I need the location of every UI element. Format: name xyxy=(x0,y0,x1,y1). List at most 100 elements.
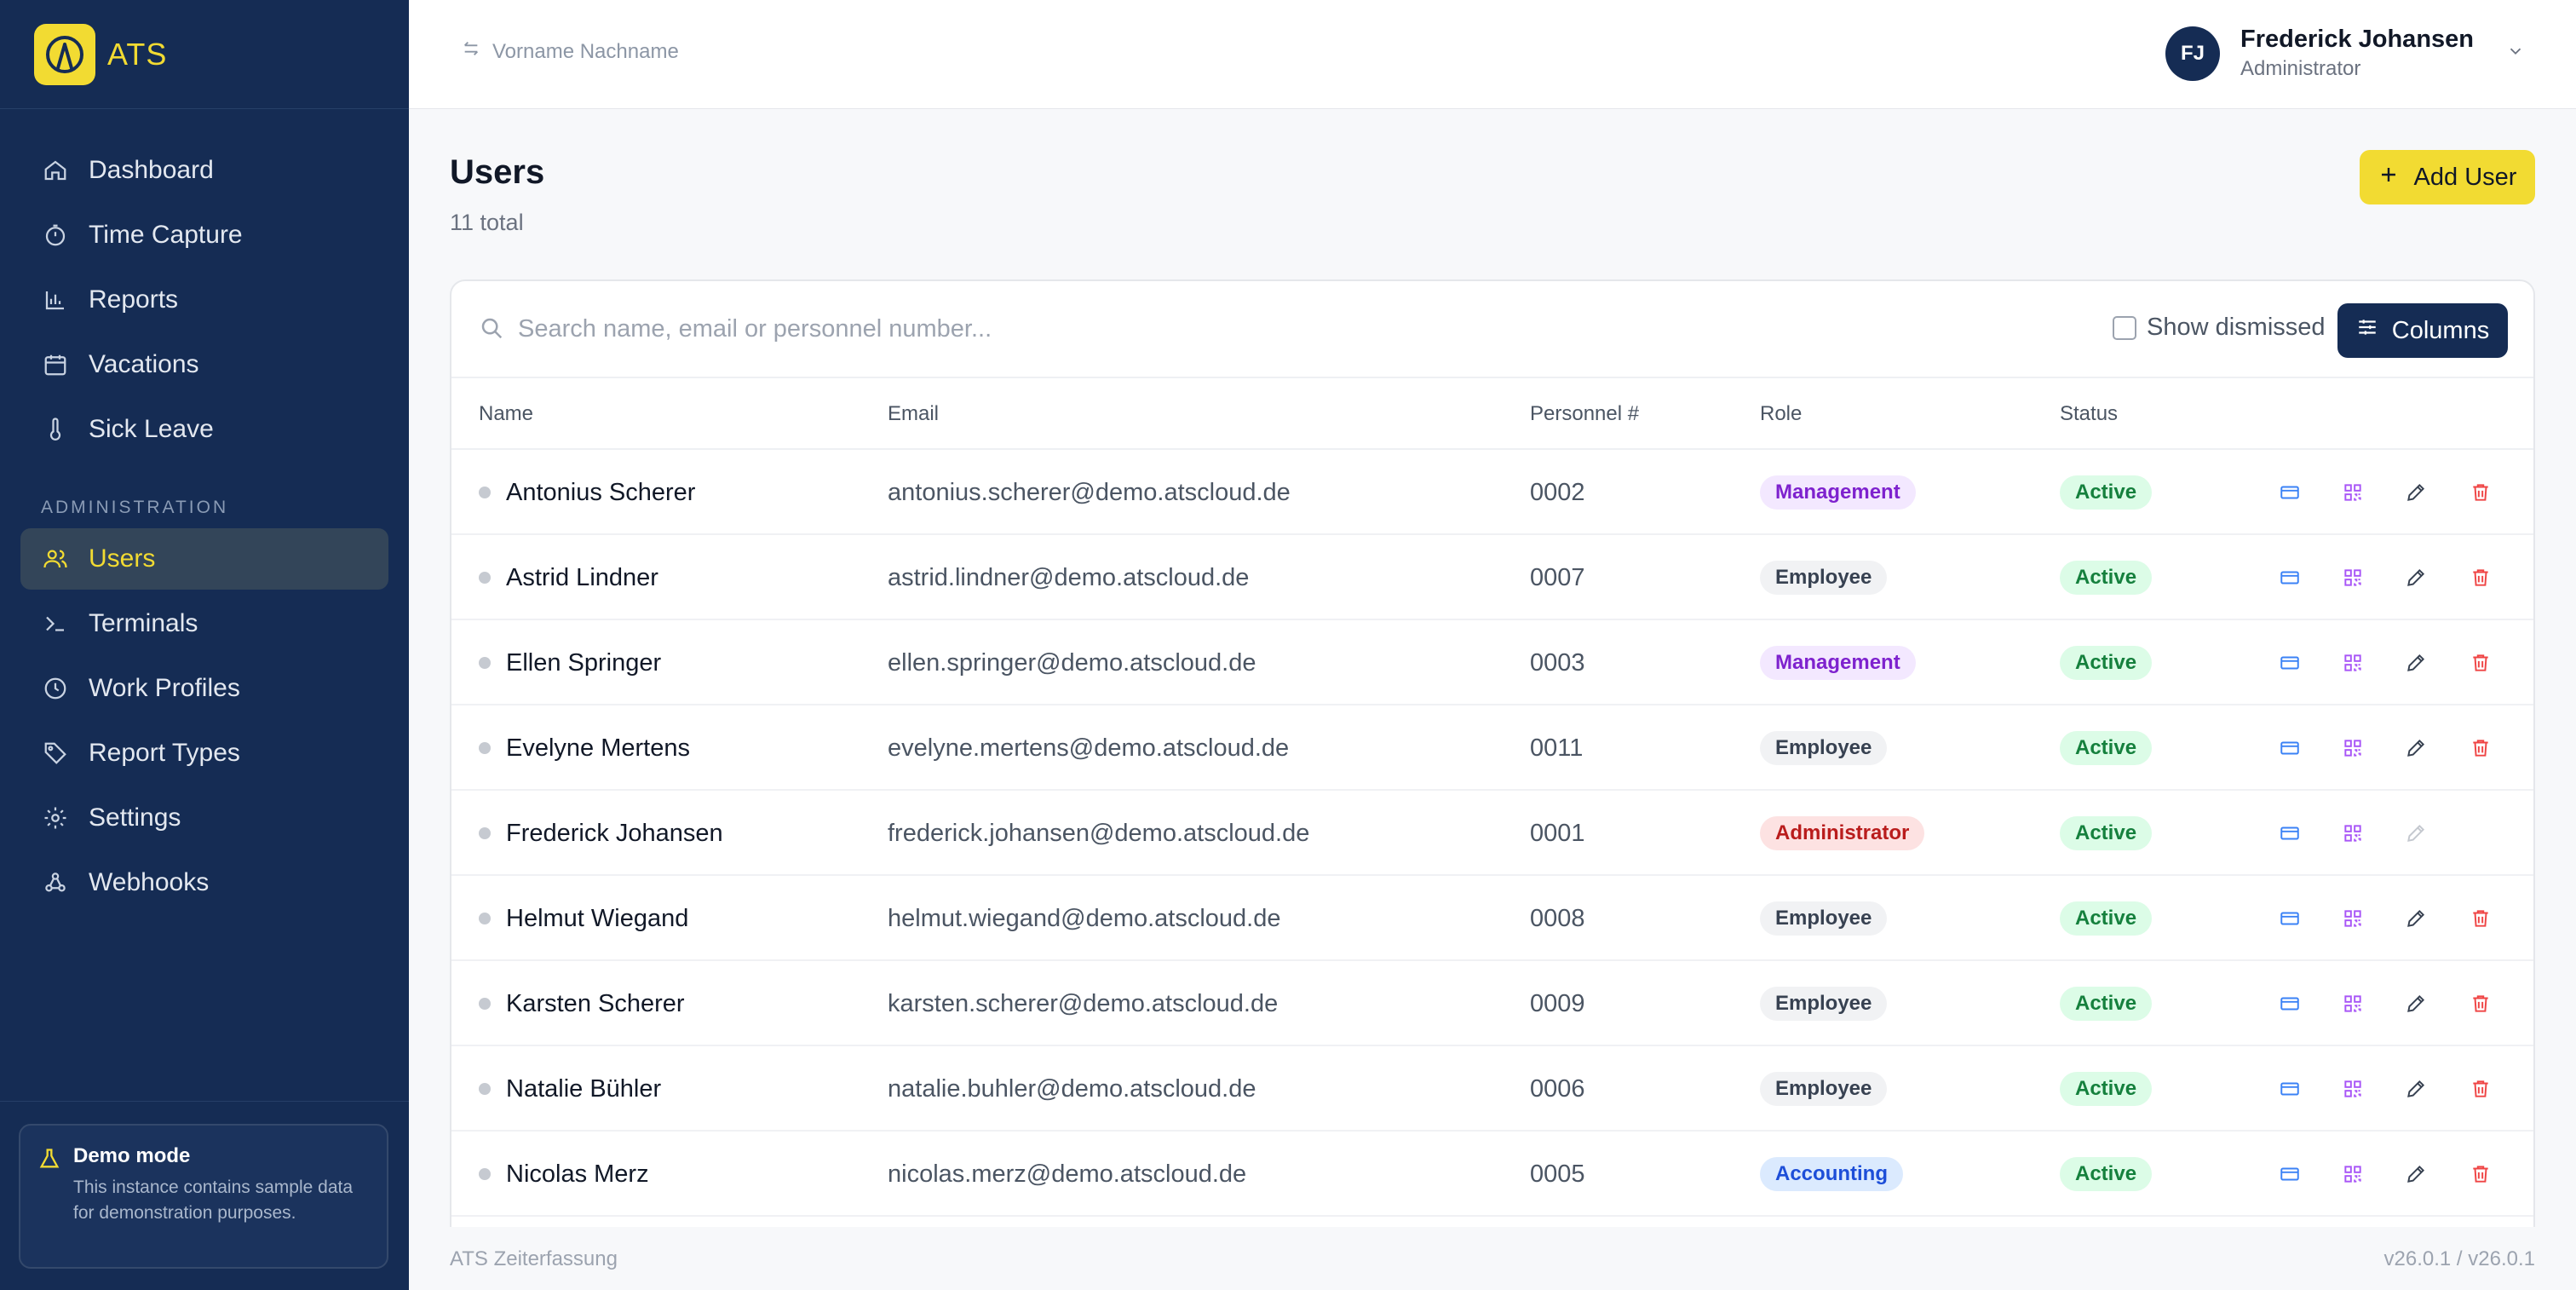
nav-label: Terminals xyxy=(89,609,198,637)
edit-icon[interactable] xyxy=(2402,990,2429,1017)
bar-chart-icon xyxy=(41,285,70,314)
card-icon[interactable] xyxy=(2276,1075,2303,1103)
nav-item-report-types[interactable]: Report Types xyxy=(20,723,388,784)
user-name-cell[interactable]: Astrid Lindner xyxy=(479,535,658,620)
status-dot xyxy=(479,657,491,669)
table-row[interactable]: Karsten Scherer karsten.scherer@demo.atsc… xyxy=(451,961,2533,1046)
edit-icon[interactable] xyxy=(2402,905,2429,932)
user-name-cell[interactable]: Frederick Johansen xyxy=(479,791,723,876)
edit-icon[interactable] xyxy=(2402,479,2429,506)
add-user-button[interactable]: Add User xyxy=(2360,150,2535,204)
table-row[interactable]: Helmut Wiegand helmut.wiegand@demo.atsclo… xyxy=(451,876,2533,961)
delete-icon[interactable] xyxy=(2467,905,2494,932)
table-row[interactable]: Evelyne Mertens evelyne.mertens@demo.atsc… xyxy=(451,705,2533,791)
user-name-cell[interactable]: Ellen Springer xyxy=(479,620,661,705)
user-name-cell[interactable]: Nicolas Merz xyxy=(479,1132,649,1217)
card-icon[interactable] xyxy=(2276,479,2303,506)
delete-icon[interactable] xyxy=(2467,734,2494,762)
delete-icon[interactable] xyxy=(2467,990,2494,1017)
user-name: Astrid Lindner xyxy=(506,563,658,591)
user-switcher[interactable]: Vorname Nachname xyxy=(462,39,679,64)
user-name-cell[interactable]: Antonius Scherer xyxy=(479,450,695,535)
role-badge: Management xyxy=(1760,475,1916,510)
card-icon[interactable] xyxy=(2276,905,2303,932)
delete-icon[interactable] xyxy=(2467,564,2494,591)
qr-code-icon[interactable] xyxy=(2339,649,2366,677)
qr-code-icon[interactable] xyxy=(2339,479,2366,506)
footer-app-name: ATS Zeiterfassung xyxy=(450,1247,618,1270)
table-row[interactable]: Nicolas Merz nicolas.merz@demo.atscloud.d… xyxy=(451,1132,2533,1217)
home-icon xyxy=(41,156,70,185)
card-icon[interactable] xyxy=(2276,990,2303,1017)
col-header-status[interactable]: Status xyxy=(2060,402,2118,426)
delete-icon[interactable] xyxy=(2467,479,2494,506)
user-menu[interactable]: FJ Frederick Johansen Administrator xyxy=(2165,26,2525,81)
col-header-role[interactable]: Role xyxy=(1760,402,1802,426)
qr-code-icon[interactable] xyxy=(2339,1075,2366,1103)
qr-code-icon[interactable] xyxy=(2339,1160,2366,1188)
gear-icon xyxy=(41,803,70,832)
card-icon[interactable] xyxy=(2276,649,2303,677)
brand-name: ATS xyxy=(107,36,168,72)
footer-version: v26.0.1 / v26.0.1 xyxy=(2383,1247,2535,1270)
status-dot xyxy=(479,1083,491,1095)
status-cell: Active xyxy=(2060,705,2153,791)
show-dismissed-checkbox[interactable] xyxy=(2113,315,2136,340)
qr-code-icon[interactable] xyxy=(2339,820,2366,847)
edit-icon[interactable] xyxy=(2402,649,2429,677)
brand[interactable]: ATS xyxy=(0,0,409,109)
role-badge: Employee xyxy=(1760,731,1888,765)
qr-code-icon[interactable] xyxy=(2339,734,2366,762)
search-icon xyxy=(479,315,504,345)
user-name-cell[interactable]: Natalie Bühler xyxy=(479,1046,661,1132)
qr-code-icon[interactable] xyxy=(2339,905,2366,932)
user-email: antonius.scherer@demo.atscloud.de xyxy=(888,478,1291,506)
demo-mode-notice: Demo mode This instance contains sample … xyxy=(19,1124,388,1269)
stopwatch-icon xyxy=(41,221,70,250)
status-dot xyxy=(479,742,491,754)
columns-button[interactable]: Columns xyxy=(2337,303,2508,358)
edit-icon[interactable] xyxy=(2402,1160,2429,1188)
chevron-down-icon xyxy=(2506,42,2525,65)
nav-item-terminals[interactable]: Terminals xyxy=(20,593,388,654)
nav-item-users[interactable]: Users xyxy=(20,528,388,590)
table-row[interactable]: Astrid Lindner astrid.lindner@demo.atsclo… xyxy=(451,535,2533,620)
show-dismissed-toggle[interactable]: Show dismissed xyxy=(2113,314,2326,342)
nav-item-reports[interactable]: Reports xyxy=(20,269,388,331)
edit-icon[interactable] xyxy=(2402,734,2429,762)
table-row[interactable]: Ellen Springer ellen.springer@demo.atsclo… xyxy=(451,620,2533,705)
col-header-email[interactable]: Email xyxy=(888,402,939,426)
edit-icon[interactable] xyxy=(2402,564,2429,591)
table-row[interactable]: Natalie Bühler natalie.buhler@demo.atsclo… xyxy=(451,1046,2533,1132)
delete-icon[interactable] xyxy=(2467,1075,2494,1103)
user-name-cell[interactable]: Evelyne Mertens xyxy=(479,705,690,791)
nav-item-vacations[interactable]: Vacations xyxy=(20,334,388,395)
nav-item-dashboard[interactable]: Dashboard xyxy=(20,140,388,201)
nav-item-sick-leave[interactable]: Sick Leave xyxy=(20,399,388,460)
user-name-cell[interactable]: Helmut Wiegand xyxy=(479,876,688,961)
nav-item-settings[interactable]: Settings xyxy=(20,787,388,849)
search-input[interactable] xyxy=(518,307,1711,351)
user-name-cell[interactable]: Karsten Scherer xyxy=(479,961,685,1046)
table-row[interactable]: Antonius Scherer antonius.scherer@demo.at… xyxy=(451,450,2533,535)
table-row[interactable]: Frederick Johansen frederick.johansen@dem… xyxy=(451,791,2533,876)
card-icon[interactable] xyxy=(2276,564,2303,591)
qr-code-icon[interactable] xyxy=(2339,990,2366,1017)
delete-icon[interactable] xyxy=(2467,1160,2494,1188)
nav-item-time-capture[interactable]: Time Capture xyxy=(20,204,388,266)
qr-code-icon[interactable] xyxy=(2339,564,2366,591)
nav-item-work-profiles[interactable]: Work Profiles xyxy=(20,658,388,719)
card-icon[interactable] xyxy=(2276,820,2303,847)
col-header-personnel[interactable]: Personnel # xyxy=(1530,402,1639,426)
card-icon[interactable] xyxy=(2276,734,2303,762)
card-icon[interactable] xyxy=(2276,1160,2303,1188)
col-header-name[interactable]: Name xyxy=(479,402,533,426)
edit-icon[interactable] xyxy=(2402,1075,2429,1103)
users-card: Show dismissed Columns Name Email Person… xyxy=(450,279,2535,1290)
nav-label: Settings xyxy=(89,803,181,832)
delete-icon[interactable] xyxy=(2467,649,2494,677)
status-cell: Active xyxy=(2060,1132,2153,1217)
status-cell: Active xyxy=(2060,535,2153,620)
nav-item-webhooks[interactable]: Webhooks xyxy=(20,852,388,913)
user-email: karsten.scherer@demo.atscloud.de xyxy=(888,989,1279,1017)
